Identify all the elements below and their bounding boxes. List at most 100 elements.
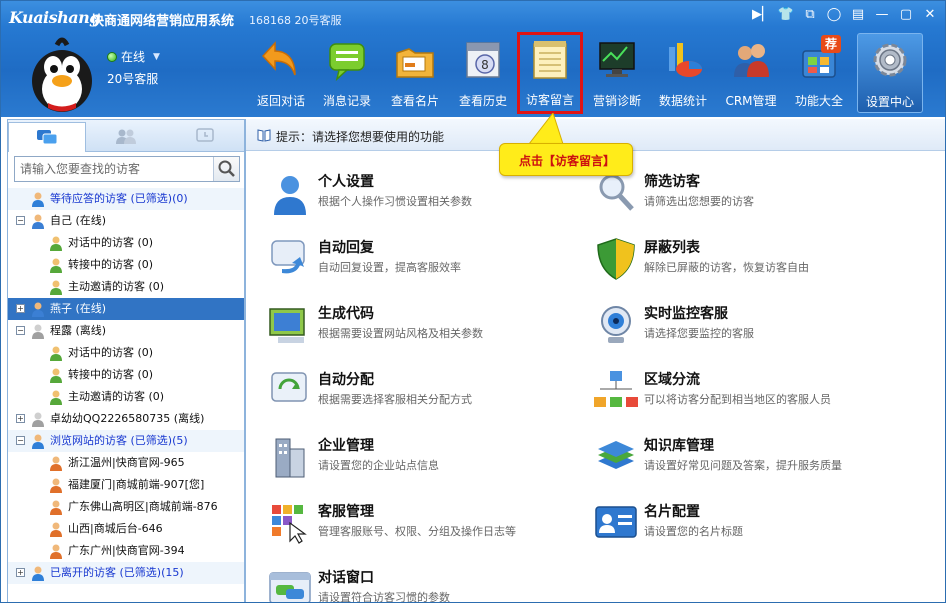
- close-icon[interactable]: ✕: [919, 5, 941, 25]
- chevron-down-icon: ▼: [153, 51, 160, 62]
- chat-bubble-icon[interactable]: ◯: [823, 5, 845, 25]
- person-icon: [30, 213, 46, 229]
- feature-item[interactable]: 客服管理 管理客服账号、权限、分组及操作日志等: [268, 501, 588, 557]
- app-logo: Kuaishang: [9, 8, 100, 27]
- tree-row[interactable]: 转接中的访客 (0): [8, 364, 244, 386]
- book-icon: [257, 129, 271, 142]
- message-record-icon: [329, 43, 365, 81]
- feature-item[interactable]: 企业管理 请设置您的企业站点信息: [268, 435, 588, 491]
- tree-row[interactable]: + 已离开的访客 (已筛选)(15): [8, 562, 244, 584]
- collapse-icon[interactable]: −: [16, 326, 25, 335]
- feature-description: 根据需要选择客服相关分配方式: [318, 393, 472, 406]
- window-controls: ▶︎▏ 👕 ⧉ ◯ ▤ — ▢ ✕: [751, 5, 941, 25]
- tree-row-label: 转接中的访客 (0): [68, 258, 154, 271]
- penguin-avatar[interactable]: [23, 33, 101, 115]
- toolbar: 返回对话 消息记录 查看名片 8 查看历史 访客留言 营销诊断 数据统计 CRM…: [249, 32, 943, 114]
- maximize-icon[interactable]: ▢: [895, 5, 917, 25]
- feature-item[interactable]: 对话窗口 请设置符合访客习惯的参数: [268, 567, 588, 603]
- magnifier-icon: [599, 174, 634, 211]
- recommend-badge: 荐: [821, 35, 841, 53]
- feature-description: 请设置符合访客习惯的参数: [318, 591, 450, 603]
- notepad-icon: [533, 41, 567, 79]
- gear-icon: [873, 43, 907, 77]
- feature-item[interactable]: 屏蔽列表 解除已屏蔽的访客，恢复访客自由: [594, 237, 914, 293]
- feature-description: 根据需要设置网站风格及相关参数: [318, 327, 483, 340]
- play-icon[interactable]: ▶︎▏: [751, 5, 773, 25]
- tree-row[interactable]: 山西|商城后台-646: [8, 518, 244, 540]
- toolbar-statistics[interactable]: 数据统计: [651, 33, 715, 113]
- tree-row-label: 福建厦门|商城前端-907[您]: [68, 478, 205, 491]
- search-input[interactable]: [15, 157, 211, 181]
- feature-item[interactable]: 区域分流 可以将访客分配到相当地区的客服人员: [594, 369, 914, 425]
- toolbar-label: 营销诊断: [592, 94, 641, 108]
- online-status-icon: [107, 51, 117, 62]
- tree-row-label: 主动邀请的访客 (0): [68, 280, 165, 293]
- tree-row-label: 自己 (在线): [50, 214, 107, 227]
- tree-row[interactable]: 对话中的访客 (0): [8, 342, 244, 364]
- feature-item[interactable]: 名片配置 请设置您的名片标题: [594, 501, 914, 557]
- feature-description: 请设置您的名片标题: [644, 525, 743, 538]
- toolbar-message-record[interactable]: 消息记录: [315, 33, 379, 113]
- toolbar-diagnosis[interactable]: 营销诊断: [585, 33, 649, 113]
- tab-contacts[interactable]: [87, 122, 165, 150]
- minimize-icon[interactable]: —: [871, 5, 893, 25]
- tree-row[interactable]: + 卓幼幼QQ2226580735 (离线): [8, 408, 244, 430]
- toolbar-history[interactable]: 8 查看历史: [451, 33, 515, 113]
- note-icon[interactable]: ▤: [847, 5, 869, 25]
- restore-small-icon[interactable]: ⧉: [799, 5, 821, 25]
- tree-row[interactable]: 浙江温州|快商官网-965: [8, 452, 244, 474]
- tree-row[interactable]: − 程露 (离线): [8, 320, 244, 342]
- feature-item[interactable]: 实时监控客服 请选择您要监控的客服: [594, 303, 914, 359]
- feature-item[interactable]: 生成代码 根据需要设置网站风格及相关参数: [268, 303, 588, 359]
- collapse-icon[interactable]: −: [16, 216, 25, 225]
- toolbar-label: 数据统计: [658, 94, 707, 108]
- collapse-icon[interactable]: −: [16, 436, 25, 445]
- tree-row[interactable]: 主动邀请的访客 (0): [8, 386, 244, 408]
- feature-description: 根据个人操作习惯设置相关参数: [318, 195, 472, 208]
- callout-pointer: [527, 113, 564, 145]
- tree-row[interactable]: 广东广州|快商官网-394: [8, 540, 244, 562]
- history-icon: 8: [466, 42, 500, 78]
- tree-row[interactable]: 福建厦门|商城前端-907[您]: [8, 474, 244, 496]
- tree-row[interactable]: 广东佛山高明区|商城前端-876: [8, 496, 244, 518]
- tree-row[interactable]: 转接中的访客 (0): [8, 254, 244, 276]
- status-selector[interactable]: 在线 ▼: [107, 48, 160, 65]
- toolbar-settings-center[interactable]: 设置中心: [857, 33, 923, 113]
- tree-row[interactable]: + 燕子 (在线): [8, 298, 244, 320]
- feature-item[interactable]: 筛选访客 请筛选出您想要的访客: [594, 171, 914, 227]
- feature-item[interactable]: 自动回复 自动回复设置，提高客服效率: [268, 237, 588, 293]
- tree-row[interactable]: − 浏览网站的访客 (已筛选)(5): [8, 430, 244, 452]
- toolbar-business-card[interactable]: 查看名片: [383, 33, 447, 113]
- tree-row-label: 等待应答的访客 (已筛选)(0): [50, 192, 188, 205]
- status-text: 在线: [121, 50, 146, 64]
- search-icon: [218, 160, 235, 177]
- toolbar-functions[interactable]: 荐 功能大全: [787, 33, 851, 113]
- visitor-sidebar: 等待应答的访客 (已筛选)(0) − 自己 (在线) 对话中的访客 (0) 转接中的访客…: [7, 119, 245, 602]
- tab-history[interactable]: [166, 122, 244, 150]
- expand-icon[interactable]: +: [16, 568, 25, 577]
- business-card-icon: [396, 48, 434, 78]
- feature-item[interactable]: 知识库管理 请设置好常见问题及答案，提升服务质量: [594, 435, 914, 491]
- tree-row[interactable]: 主动邀请的访客 (0): [8, 276, 244, 298]
- person-icon: [30, 301, 46, 317]
- toolbar-visitor-message[interactable]: 访客留言: [517, 32, 583, 114]
- webcam-icon: [601, 306, 631, 343]
- toolbar-label: 设置中心: [865, 95, 914, 109]
- feature-item[interactable]: 个人设置根据个人操作习惯设置相关参数: [268, 171, 588, 227]
- feature-title: 个人设置: [318, 174, 374, 190]
- tree-row[interactable]: 等待应答的访客 (已筛选)(0): [8, 188, 244, 210]
- toolbar-back-chat[interactable]: 返回对话: [249, 33, 313, 113]
- skin-icon[interactable]: 👕: [775, 5, 797, 25]
- tab-chat[interactable]: [8, 122, 86, 152]
- feature-item[interactable]: 自动分配 根据需要选择客服相关分配方式: [268, 369, 588, 425]
- tree-row-label: 程露 (离线): [50, 324, 107, 337]
- expand-icon[interactable]: +: [16, 414, 25, 423]
- expand-icon[interactable]: +: [16, 304, 25, 313]
- tree-row[interactable]: 对话中的访客 (0): [8, 232, 244, 254]
- search-button[interactable]: [213, 157, 239, 181]
- sidebar-tabs: [8, 120, 244, 152]
- toolbar-crm[interactable]: CRM管理: [719, 33, 783, 113]
- tree-row[interactable]: − 自己 (在线): [8, 210, 244, 232]
- toolbar-label: 消息记录: [322, 94, 371, 108]
- visitor-icon: [48, 543, 64, 559]
